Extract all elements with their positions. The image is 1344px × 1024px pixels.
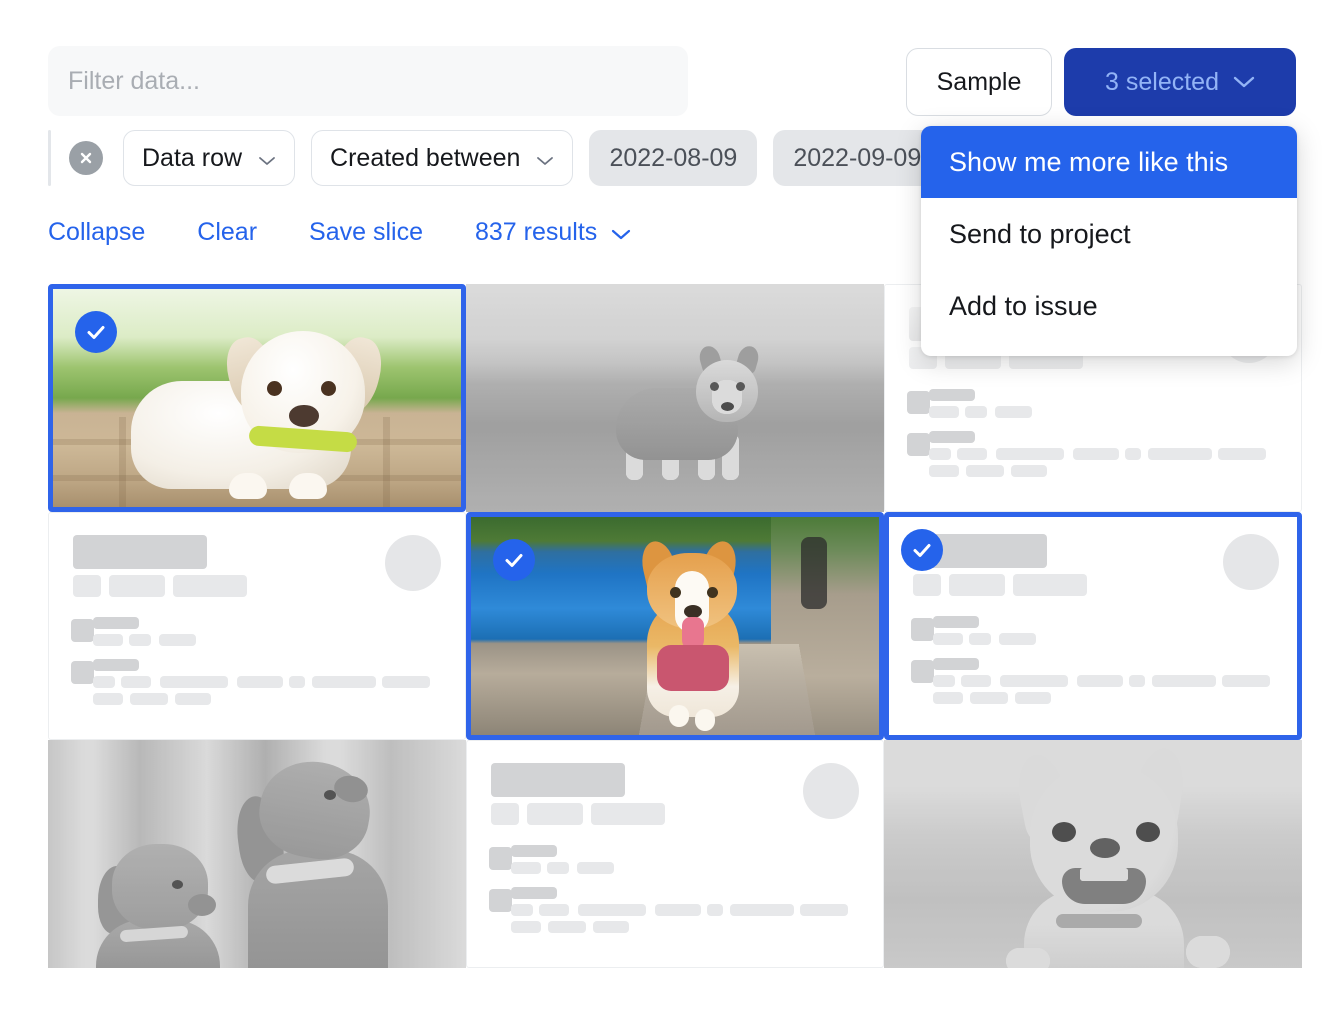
grid-cell [48,512,466,740]
menu-item-show-more-like-this[interactable]: Show me more like this [921,126,1297,198]
filter-row: Data row Created between 2022-08-09 2022… [48,128,957,188]
filter-operator-label: Created between [330,144,520,173]
menu-item-send-to-project[interactable]: Send to project [921,198,1297,270]
grid-cell [884,512,1302,740]
selected-check-icon[interactable] [493,539,535,581]
grid-cell [48,284,466,512]
slice-actions-row: Collapse Clear Save slice 837 results [48,218,631,247]
grid-cell [884,740,1302,968]
grid-cell [48,740,466,968]
chevron-down-icon [611,218,631,247]
clear-button[interactable]: Clear [197,218,257,247]
app-panel: Sample 3 selected Data row [0,0,1344,1024]
results-grid [48,284,1296,968]
filter-date-from[interactable]: 2022-08-09 [589,130,757,186]
sample-button[interactable]: Sample [906,48,1052,116]
result-card-skeleton[interactable] [466,740,884,968]
chevron-down-icon [1233,76,1255,88]
result-card-photo[interactable] [466,512,884,740]
collapse-button[interactable]: Collapse [48,218,145,247]
vizsla-dogs-photo [48,740,466,968]
selection-actions-button[interactable]: 3 selected [1064,48,1296,116]
result-card-photo[interactable] [48,740,466,968]
close-circle-icon[interactable] [69,141,103,175]
grid-cell [466,512,884,740]
grid-cell [466,740,884,968]
selection-count-label: 3 selected [1105,70,1219,95]
chevron-down-icon [536,144,554,173]
results-count-dropdown[interactable]: 837 results [475,218,631,247]
grid-cell [466,284,884,512]
husky-puppy-photo [466,284,884,512]
french-bulldog-photo [884,740,1302,968]
chevron-down-icon [258,144,276,173]
menu-item-add-to-issue[interactable]: Add to issue [921,270,1297,342]
results-count-label: 837 results [475,218,597,247]
filter-date-to[interactable]: 2022-09-09 [773,130,941,186]
selection-actions-menu: Show me more like this Send to project A… [921,126,1297,356]
selected-check-icon[interactable] [75,311,117,353]
avatar-placeholder [385,535,441,591]
selected-check-icon[interactable] [901,529,943,571]
filter-operator-select[interactable]: Created between [311,130,573,186]
save-slice-button[interactable]: Save slice [309,218,423,247]
search-input[interactable] [48,46,688,116]
result-card-photo[interactable] [466,284,884,512]
result-card-skeleton[interactable] [48,512,466,740]
result-card-photo[interactable] [48,284,466,512]
filter-rail [48,130,51,186]
result-card-skeleton[interactable] [884,512,1302,740]
filter-field-select[interactable]: Data row [123,130,295,186]
avatar-placeholder [803,763,859,819]
result-card-photo[interactable] [884,740,1302,968]
search-toolbar: Sample 3 selected [48,46,1296,116]
filter-field-label: Data row [142,144,242,173]
avatar-placeholder [1223,534,1279,590]
